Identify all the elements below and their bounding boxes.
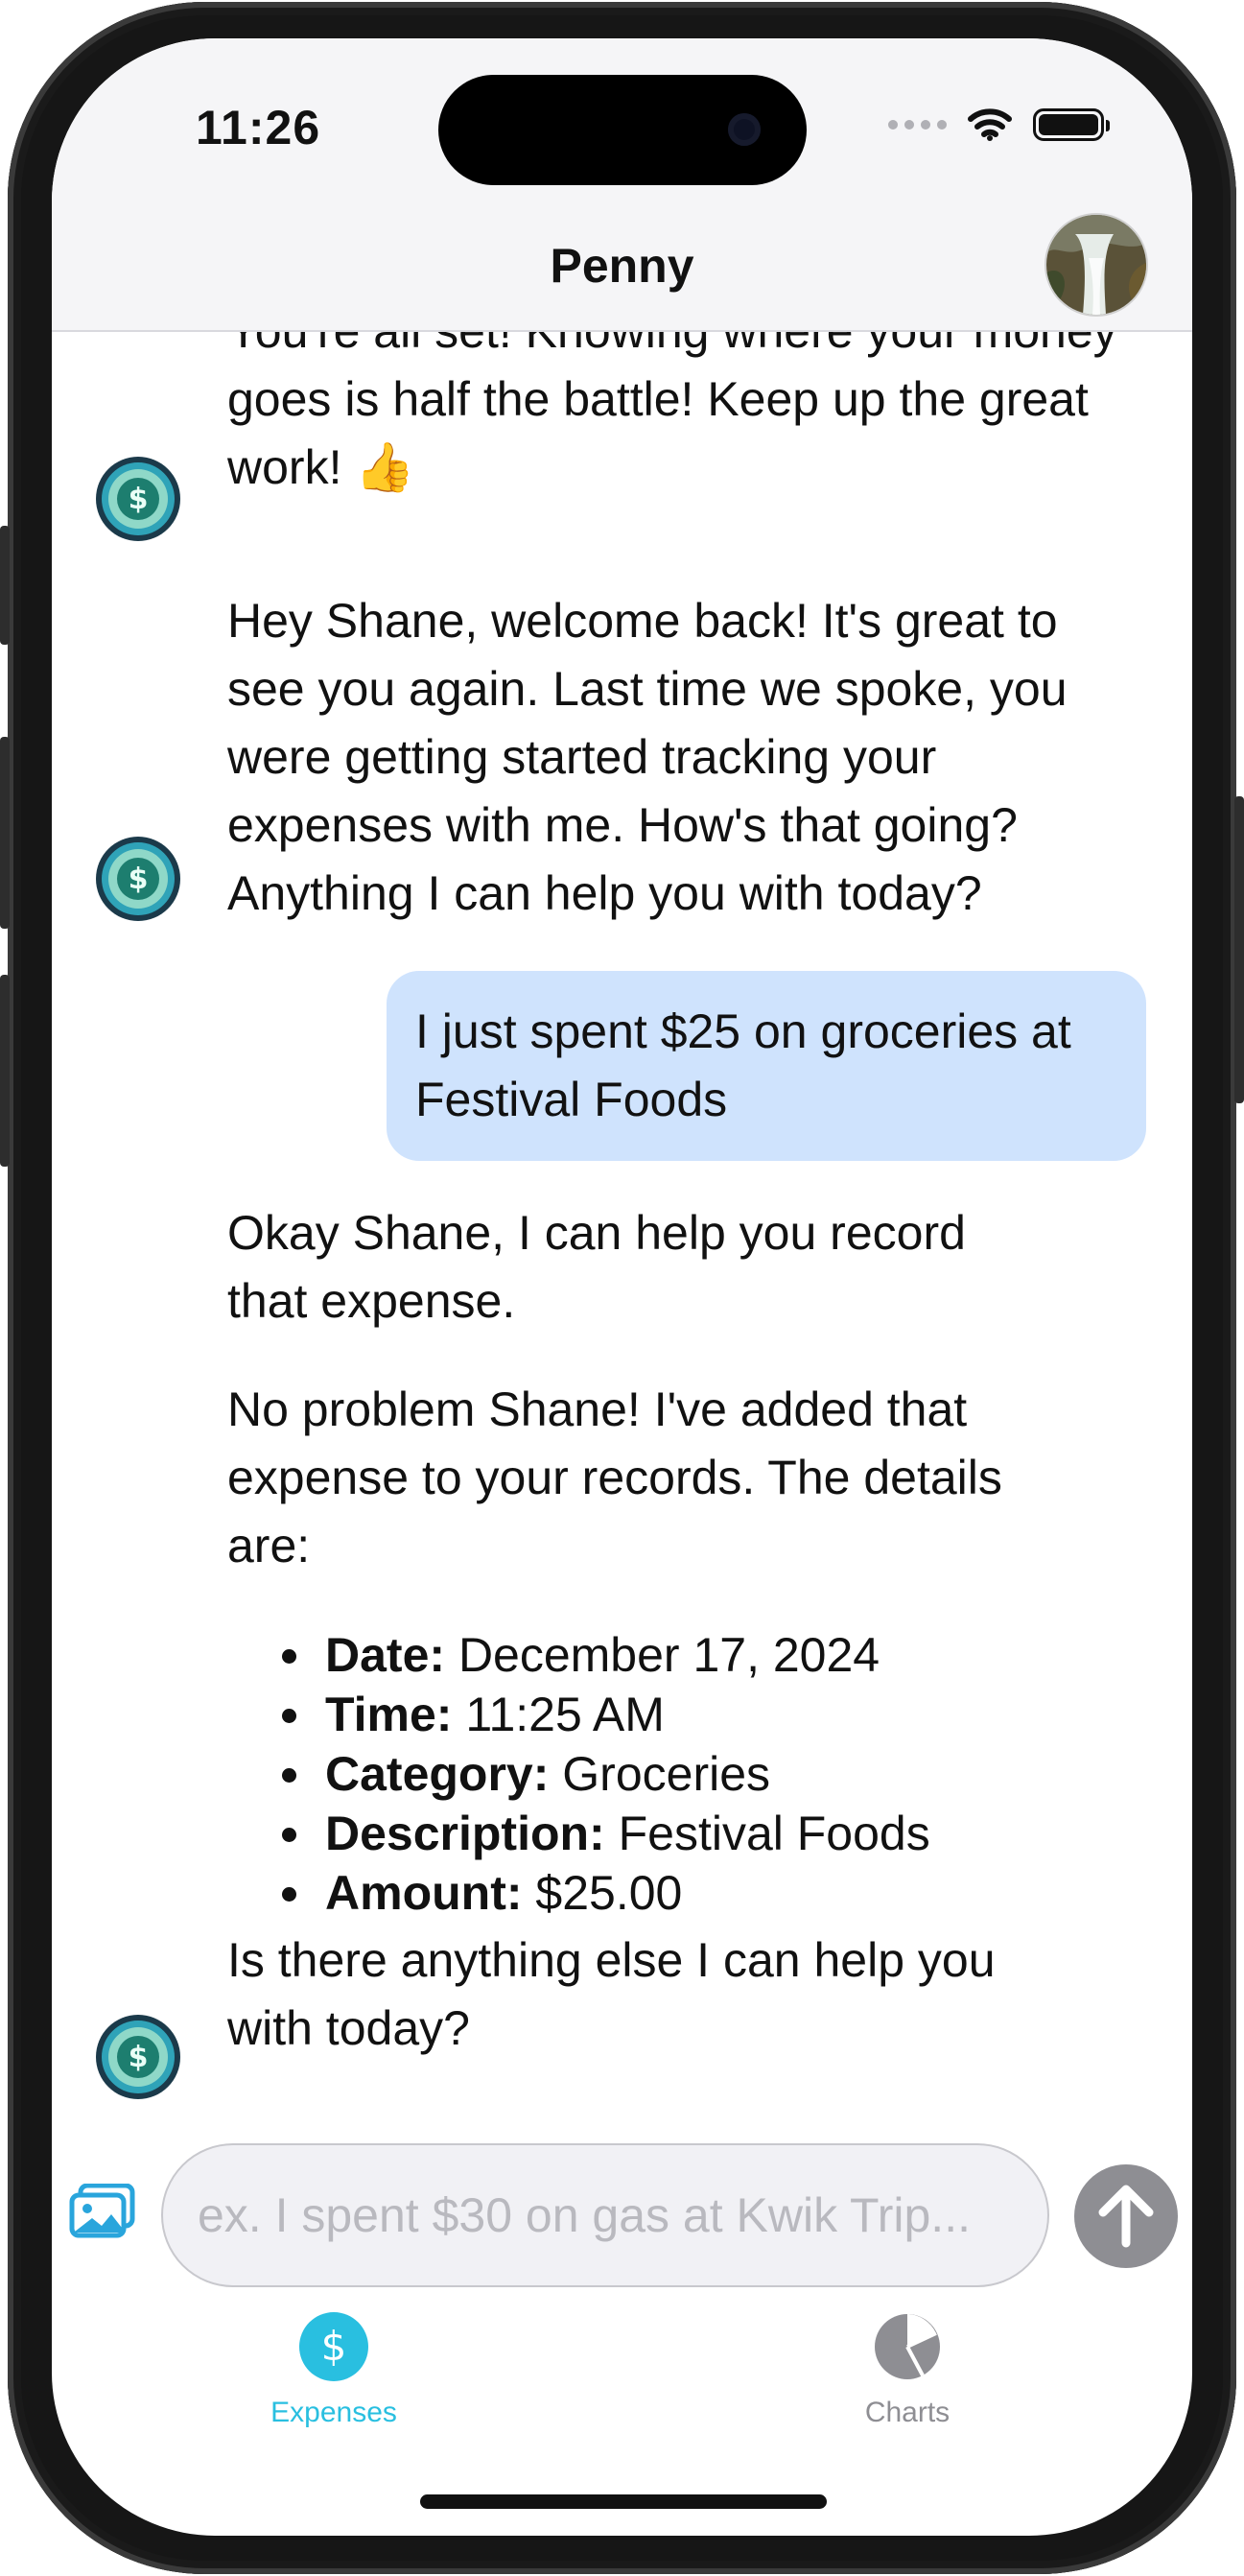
volume-up-button (0, 737, 10, 929)
tab-label: Charts (864, 2397, 951, 2428)
list-item: Amount: $25.00 (282, 1863, 1126, 1923)
action-button (0, 526, 10, 645)
send-button[interactable] (1074, 2164, 1178, 2268)
penny-avatar-icon: $ (96, 837, 180, 921)
penny-avatar-icon: $ (96, 2015, 180, 2099)
status-time: 11:26 (196, 101, 321, 154)
svg-text:$: $ (129, 483, 149, 516)
navigation-bar: 11:26 Penny (52, 38, 1192, 332)
list-item: Category: Groceries (282, 1744, 1126, 1804)
svg-text:$: $ (321, 2323, 347, 2370)
dynamic-island (438, 75, 807, 185)
list-item: Date: December 17, 2024 (282, 1625, 1126, 1685)
assistant-message: You're all set! Knowing where your money… (227, 332, 1117, 494)
assistant-message: Okay Shane, I can help you record that e… (227, 1206, 966, 1328)
svg-text:$: $ (129, 863, 149, 896)
input-placeholder: ex. I spent $30 on gas at Kwik Trip... (198, 2188, 971, 2242)
expense-input[interactable]: ex. I spent $30 on gas at Kwik Trip... (161, 2143, 1049, 2287)
home-indicator[interactable] (420, 2494, 827, 2509)
battery-icon (1033, 108, 1110, 141)
profile-avatar-button[interactable] (1046, 215, 1146, 315)
chat-scroll-view[interactable]: You're all set! Knowing where your money… (52, 332, 1192, 2136)
svg-text:$: $ (129, 2041, 149, 2074)
tab-expenses[interactable]: $ Expenses (238, 2312, 430, 2429)
assistant-message: No problem Shane! I've added that expens… (227, 1383, 1002, 1572)
volume-down-button (0, 975, 10, 1167)
page-title: Penny (550, 239, 694, 293)
power-button (1234, 796, 1244, 1103)
arrow-up-icon (1098, 2185, 1154, 2248)
assistant-message: Is there anything else I can help you wi… (227, 1933, 996, 2055)
cellular-signal-icon (888, 120, 947, 130)
list-item: Description: Festival Foods (282, 1804, 1126, 1863)
user-message: I just spent $25 on groceries at Festiva… (387, 971, 1146, 1161)
tab-label: Expenses (270, 2397, 397, 2428)
assistant-message: Hey Shane, welcome back! It's great to s… (227, 594, 1068, 920)
screen: 11:26 Penny You're all s (52, 38, 1192, 2536)
list-item: Time: 11:25 AM (282, 1685, 1126, 1744)
expense-details-list: Date: December 17, 2024 Time: 11:25 AM C… (282, 1625, 1126, 1923)
wifi-icon (968, 108, 1012, 141)
penny-avatar-icon: $ (96, 457, 180, 541)
tab-charts[interactable]: Charts (811, 2312, 1003, 2429)
status-icons (888, 107, 1110, 142)
dollar-circle-icon: $ (299, 2312, 368, 2381)
photo-picker-icon[interactable] (69, 2184, 136, 2239)
pie-chart-icon (873, 2312, 942, 2381)
